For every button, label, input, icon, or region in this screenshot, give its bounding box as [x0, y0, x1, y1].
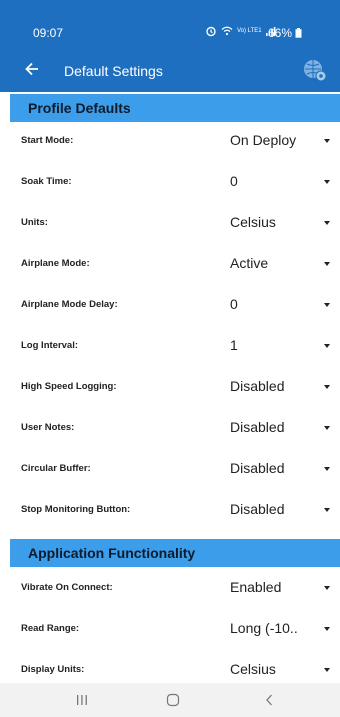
- section-header-profile-defaults: Profile Defaults: [10, 94, 340, 122]
- wifi-icon: [221, 26, 233, 36]
- gear-icon[interactable]: [300, 56, 330, 86]
- recent-apps-icon[interactable]: [76, 694, 88, 706]
- setting-row-read-range[interactable]: Read Range: Long (-10..: [10, 612, 340, 650]
- setting-value[interactable]: Disabled: [230, 460, 284, 476]
- app-bar: Default Settings: [0, 52, 340, 92]
- setting-row-soak-time[interactable]: Soak Time: 0: [10, 165, 340, 203]
- back-arrow-icon[interactable]: [22, 59, 42, 79]
- setting-row-high-speed-logging[interactable]: High Speed Logging: Disabled: [10, 370, 340, 408]
- setting-label: Display Units:: [21, 664, 85, 675]
- setting-value[interactable]: Celsius: [230, 214, 276, 230]
- setting-row-vibrate-on-connect[interactable]: Vibrate On Connect: Enabled: [10, 571, 340, 609]
- setting-label: User Notes:: [21, 422, 75, 433]
- home-icon[interactable]: [166, 693, 180, 707]
- setting-label: Soak Time:: [21, 176, 72, 187]
- setting-value[interactable]: Disabled: [230, 419, 284, 435]
- setting-label: Start Mode:: [21, 135, 74, 146]
- setting-row-stop-monitoring-button[interactable]: Stop Monitoring Button: Disabled: [10, 493, 340, 531]
- setting-label: Units:: [21, 217, 48, 228]
- battery-percent: 66%: [268, 26, 302, 40]
- setting-row-airplane-mode[interactable]: Airplane Mode: Active: [10, 247, 340, 285]
- status-icons: Vo) LTE1: [205, 25, 276, 37]
- setting-row-circular-buffer[interactable]: Circular Buffer: Disabled: [10, 452, 340, 490]
- dropdown-caret-icon[interactable]: [324, 221, 330, 225]
- setting-value[interactable]: Long (-10..: [230, 620, 298, 636]
- setting-label: Circular Buffer:: [21, 463, 91, 474]
- setting-label: Airplane Mode:: [21, 258, 90, 269]
- setting-label: Stop Monitoring Button:: [21, 504, 131, 515]
- setting-value[interactable]: Active: [230, 255, 268, 271]
- battery-label: 66%: [268, 26, 293, 40]
- network-label: Vo) LTE1: [237, 28, 262, 34]
- setting-row-log-interval[interactable]: Log Interval: 1: [10, 329, 340, 367]
- setting-row-units[interactable]: Units: Celsius: [10, 206, 340, 244]
- dropdown-caret-icon[interactable]: [324, 668, 330, 672]
- setting-label: Vibrate On Connect:: [21, 582, 113, 593]
- battery-icon: [295, 28, 302, 38]
- dropdown-caret-icon[interactable]: [324, 426, 330, 430]
- status-bar: 09:07 Vo) LTE1 66%: [0, 0, 340, 46]
- setting-value[interactable]: Celsius: [230, 661, 276, 677]
- dropdown-caret-icon[interactable]: [324, 262, 330, 266]
- setting-label: Airplane Mode Delay:: [21, 299, 118, 310]
- setting-value[interactable]: Disabled: [230, 501, 284, 517]
- back-chevron-icon[interactable]: [264, 693, 274, 707]
- section-header-application-functionality: Application Functionality: [10, 539, 340, 567]
- system-nav-bar: [0, 683, 340, 717]
- dropdown-caret-icon[interactable]: [324, 385, 330, 389]
- dropdown-caret-icon[interactable]: [324, 586, 330, 590]
- section-title: Profile Defaults: [28, 100, 131, 116]
- setting-value[interactable]: On Deploy: [230, 132, 296, 148]
- setting-value[interactable]: Disabled: [230, 378, 284, 394]
- setting-row-airplane-mode-delay[interactable]: Airplane Mode Delay: 0: [10, 288, 340, 326]
- setting-value[interactable]: 0: [230, 296, 238, 312]
- setting-row-user-notes[interactable]: User Notes: Disabled: [10, 411, 340, 449]
- dropdown-caret-icon[interactable]: [324, 139, 330, 143]
- setting-label: Log Interval:: [21, 340, 79, 351]
- dropdown-caret-icon[interactable]: [324, 508, 330, 512]
- app-header: 09:07 Vo) LTE1 66% Default Settings: [0, 0, 340, 92]
- dropdown-caret-icon[interactable]: [324, 627, 330, 631]
- setting-row-start-mode[interactable]: Start Mode: On Deploy: [10, 124, 340, 162]
- setting-value[interactable]: 1: [230, 337, 238, 353]
- alarm-icon: [206, 26, 216, 37]
- dropdown-caret-icon[interactable]: [324, 303, 330, 307]
- dropdown-caret-icon[interactable]: [324, 180, 330, 184]
- setting-label: High Speed Logging:: [21, 381, 117, 392]
- status-time: 09:07: [33, 26, 64, 40]
- dropdown-caret-icon[interactable]: [324, 467, 330, 471]
- setting-label: Read Range:: [21, 623, 80, 634]
- page-title: Default Settings: [64, 63, 163, 79]
- setting-value[interactable]: Enabled: [230, 579, 281, 595]
- setting-value[interactable]: 0: [230, 173, 238, 189]
- section-title: Application Functionality: [28, 545, 196, 561]
- dropdown-caret-icon[interactable]: [324, 344, 330, 348]
